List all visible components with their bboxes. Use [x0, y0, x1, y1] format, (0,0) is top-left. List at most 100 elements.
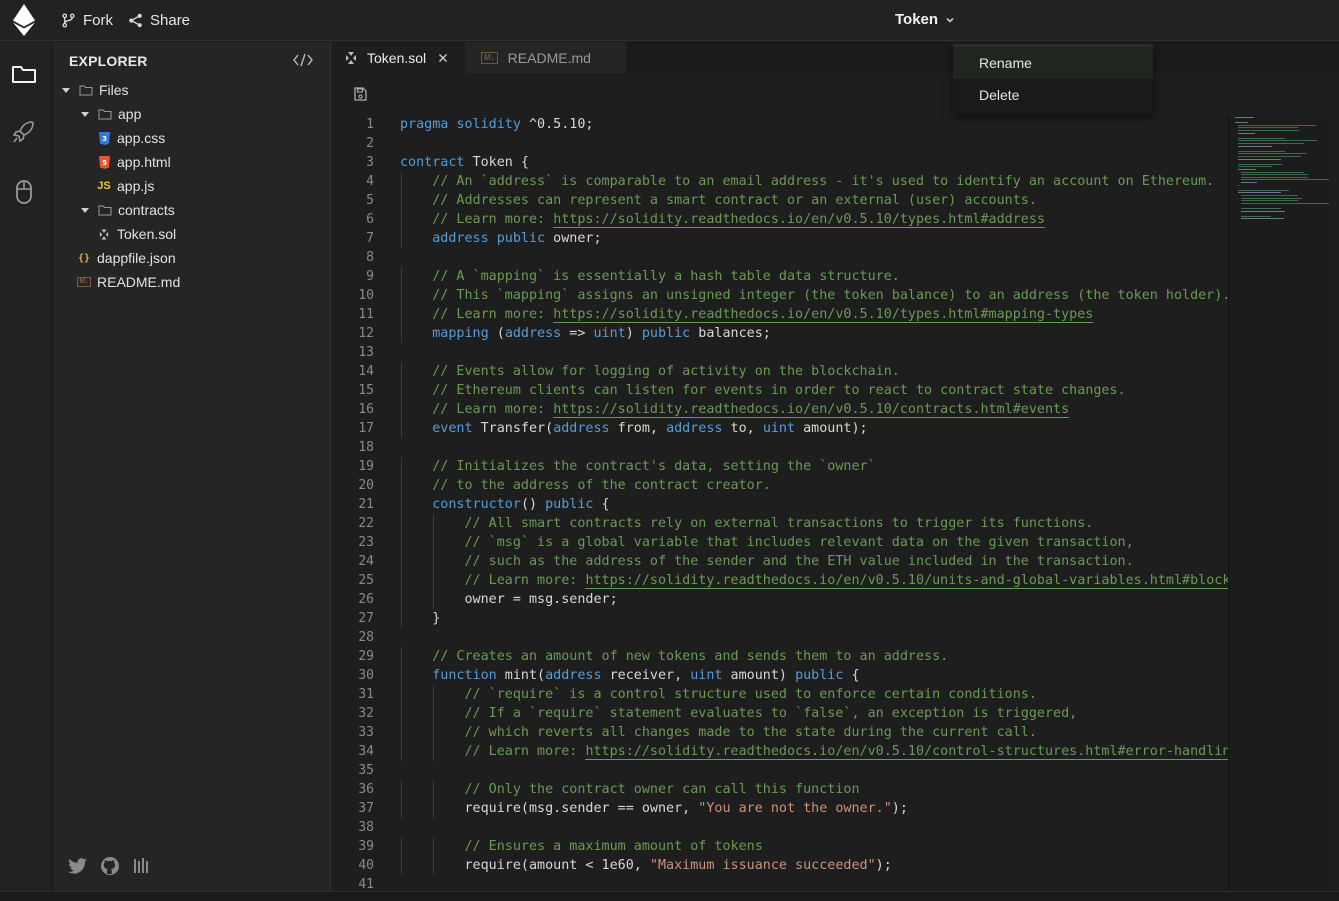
code-line: // Learn more: https://solidity.readthed…: [400, 742, 1228, 761]
markdown-file-icon: M↓: [77, 277, 91, 287]
indent-guide: [401, 590, 402, 609]
minimap-line: [1241, 182, 1257, 183]
js-file-icon: JS: [97, 180, 111, 192]
line-number: 7: [366, 231, 374, 246]
minimap-line: [1238, 127, 1299, 129]
indent-guide: [401, 571, 402, 590]
minimap-line: [1241, 208, 1281, 209]
line-number: 6: [366, 212, 374, 227]
folder-explorer-icon[interactable]: [10, 60, 38, 88]
minimap-line: [1238, 140, 1318, 142]
tree-file-readme-md[interactable]: M↓ README.md: [53, 270, 331, 294]
indent-guide: [401, 419, 402, 438]
folder-icon: [98, 107, 112, 121]
tree-file-app-js[interactable]: JS app.js: [53, 174, 331, 198]
minimap-line: [1241, 197, 1303, 199]
minimap[interactable]: [1228, 115, 1330, 891]
fork-label: Fork: [83, 11, 113, 29]
code-token: // This `mapping` assigns an unsigned in…: [432, 288, 1228, 303]
indent-guide: [433, 590, 435, 609]
indent-guide: [433, 571, 435, 590]
close-tab-icon[interactable]: [438, 53, 448, 63]
folder-icon: [98, 203, 112, 217]
tree-folder-app[interactable]: app: [53, 102, 331, 126]
delete-menu-item[interactable]: Delete: [953, 79, 1153, 111]
tab-token-sol[interactable]: Token.sol: [332, 42, 465, 73]
caret-down-icon[interactable]: [61, 85, 71, 95]
indent-guide: [401, 229, 402, 248]
css-file-icon: 3: [97, 131, 111, 145]
discourse-icon[interactable]: [131, 855, 153, 877]
fork-button[interactable]: Fork: [61, 10, 113, 30]
tab-readme-md[interactable]: M↓ README.md: [465, 42, 627, 73]
code-token: amount): [722, 668, 796, 683]
code-link[interactable]: https://solidity.readthedocs.io/en/v0.5.…: [553, 402, 1070, 418]
line-number: 14: [358, 364, 374, 379]
tree-file-dappfile-json[interactable]: {} dappfile.json: [53, 246, 331, 270]
project-title-dropdown[interactable]: Token: [895, 11, 955, 28]
code-token: contract: [400, 155, 465, 170]
code-token: // Initializes the contract's data, sett…: [432, 459, 876, 474]
file-tree: Files app 3 app.css 5 app.html JS app.js contrac…: [53, 78, 331, 294]
tree-folder-contracts[interactable]: contracts: [53, 198, 331, 222]
ethereum-logo-icon[interactable]: [12, 4, 36, 36]
minimap-line: [1241, 174, 1308, 176]
code-content[interactable]: pragma solidity ^0.5.10; contract Token {…: [400, 115, 1228, 891]
explorer-sidebar: EXPLORER Files app 3 app.css 5 app.html JS app.…: [53, 42, 331, 891]
code-link[interactable]: https://solidity.readthedocs.io/en/v0.5.…: [553, 307, 1094, 323]
mouse-interact-icon[interactable]: [10, 178, 38, 206]
code-line: // Learn more: https://solidity.readthed…: [400, 571, 1228, 590]
collapse-toggle-icon[interactable]: [293, 52, 313, 68]
caret-down-icon[interactable]: [80, 205, 90, 215]
tree-folder-files[interactable]: Files: [53, 78, 331, 102]
code-link[interactable]: https://solidity.readthedocs.io/en/v0.5.…: [585, 573, 1228, 589]
github-icon[interactable]: [99, 855, 121, 877]
twitter-icon[interactable]: [67, 855, 89, 877]
top-bar: Fork Share Token: [0, 0, 1339, 41]
code-editor[interactable]: 1 2 3 4 5 6 7 8 9 10 11 12 13 14 15 16 17 18 19 20 21 22 23 24 2…: [332, 73, 1339, 891]
line-number: 5: [366, 193, 374, 208]
tree-file-token-sol[interactable]: Token.sol: [53, 222, 331, 246]
code-line: require(amount < 1e60, "Maximum issuance…: [400, 856, 1228, 875]
line-number: 24: [358, 554, 374, 569]
vertical-scrollbar[interactable]: [1330, 73, 1339, 891]
code-token: event: [432, 421, 473, 436]
tree-file-app-css[interactable]: 3 app.css: [53, 126, 331, 150]
indent-guide: [433, 552, 435, 571]
code-token: address: [553, 421, 610, 436]
line-number: 18: [358, 440, 374, 455]
json-file-icon: {}: [77, 252, 91, 264]
code-line: }: [400, 609, 1228, 628]
minimap-line: [1235, 122, 1248, 124]
line-number: 12: [358, 326, 374, 341]
line-number: 35: [358, 763, 374, 778]
code-link[interactable]: https://solidity.readthedocs.io/en/v0.5.…: [585, 744, 1228, 760]
rocket-deploy-icon[interactable]: [10, 118, 38, 146]
code-link[interactable]: https://solidity.readthedocs.io/en/v0.5.…: [553, 212, 1045, 228]
project-title: Token: [895, 11, 939, 28]
code-token: }: [400, 611, 441, 626]
code-token: // Creates an amount of new tokens and s…: [432, 649, 949, 664]
share-button[interactable]: Share: [128, 10, 190, 30]
rename-menu-item[interactable]: Rename: [953, 47, 1153, 79]
indent-guide: [401, 533, 402, 552]
save-icon[interactable]: [353, 87, 367, 101]
tree-file-app-html[interactable]: 5 app.html: [53, 150, 331, 174]
line-number: 34: [358, 744, 374, 759]
line-number: 20: [358, 478, 374, 493]
caret-down-icon[interactable]: [80, 109, 90, 119]
code-token: // Learn more:: [432, 402, 554, 417]
indent-guide: [401, 742, 402, 761]
code-token: // such as the address of the sender and…: [464, 554, 1134, 569]
